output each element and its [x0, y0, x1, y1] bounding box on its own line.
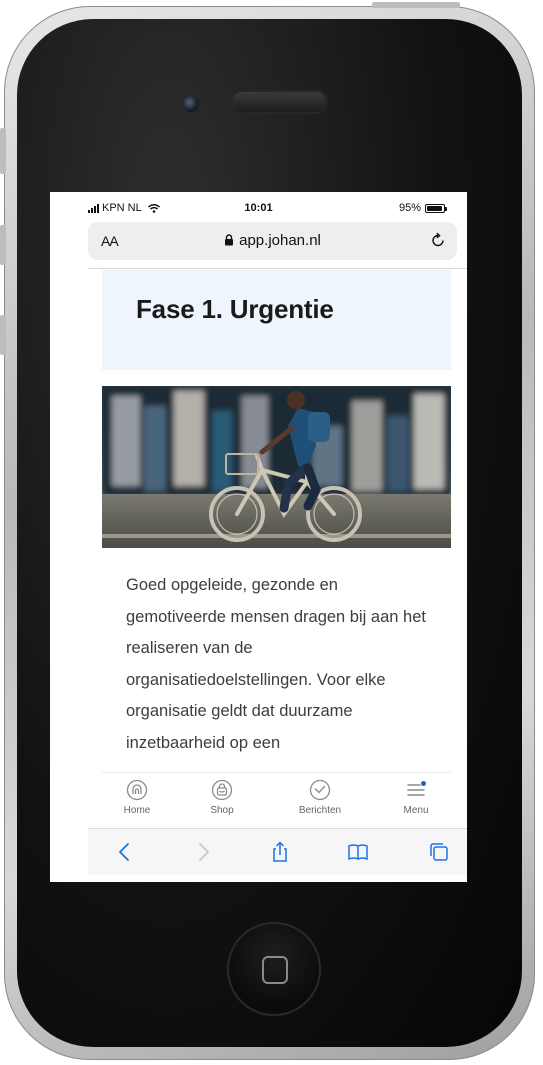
tab-berichten-label: Berichten: [298, 805, 342, 816]
front-camera: [183, 96, 199, 112]
tab-home-label: Home: [123, 805, 151, 816]
share-icon[interactable]: [269, 841, 291, 863]
home-button[interactable]: [229, 924, 319, 1014]
cyclist-photo: [102, 386, 451, 548]
title-banner: Fase 1. Urgentie: [102, 270, 451, 370]
browser-toolbar: [88, 828, 467, 875]
cyclist-illustration: [102, 386, 451, 548]
url-display[interactable]: app.johan.nl: [88, 232, 457, 249]
tab-shop-label: Shop: [210, 805, 234, 816]
home-square-icon: [262, 956, 288, 984]
page-content: Fase 1. Urgentie Goed opgeleide, gezonde…: [102, 270, 451, 770]
address-bar-divider: [88, 268, 467, 269]
message-check-icon: [309, 779, 331, 801]
battery-percentage: 95%: [398, 202, 421, 214]
shop-bag-icon: [211, 779, 233, 801]
tab-berichten[interactable]: Berichten: [285, 779, 355, 816]
tab-shop[interactable]: Shop: [187, 779, 257, 816]
earpiece-speaker: [232, 92, 326, 112]
status-bar: KPN NL 10:01 95%: [50, 192, 467, 220]
home-icon: [126, 779, 148, 801]
menu-notification-dot: [421, 781, 426, 786]
intro-paragraph: Goed opgeleide, gezonde en gemotiveerde …: [126, 576, 426, 752]
reload-icon[interactable]: [430, 232, 446, 248]
forward-arrow-icon[interactable]: [192, 841, 214, 863]
phone-screen: KPN NL 10:01 95% AA app.johan.nl Fase 1.…: [50, 192, 467, 882]
tab-menu-label: Menu: [403, 805, 429, 816]
tab-menu[interactable]: Menu: [381, 779, 451, 816]
battery-status: 95%: [398, 202, 447, 214]
url-text: app.johan.nl: [239, 232, 321, 249]
back-arrow-icon[interactable]: [114, 841, 136, 863]
tab-home[interactable]: Home: [102, 779, 172, 816]
app-tab-bar: Home Shop Berichten Menu: [102, 772, 451, 827]
page-title: Fase 1. Urgentie: [136, 294, 334, 324]
tabs-icon[interactable]: [428, 841, 450, 863]
bookmarks-icon[interactable]: [347, 841, 369, 863]
battery-icon: [425, 203, 447, 213]
address-bar[interactable]: AA app.johan.nl: [88, 222, 457, 260]
lock-icon: [225, 234, 234, 246]
menu-icon: [407, 781, 426, 796]
